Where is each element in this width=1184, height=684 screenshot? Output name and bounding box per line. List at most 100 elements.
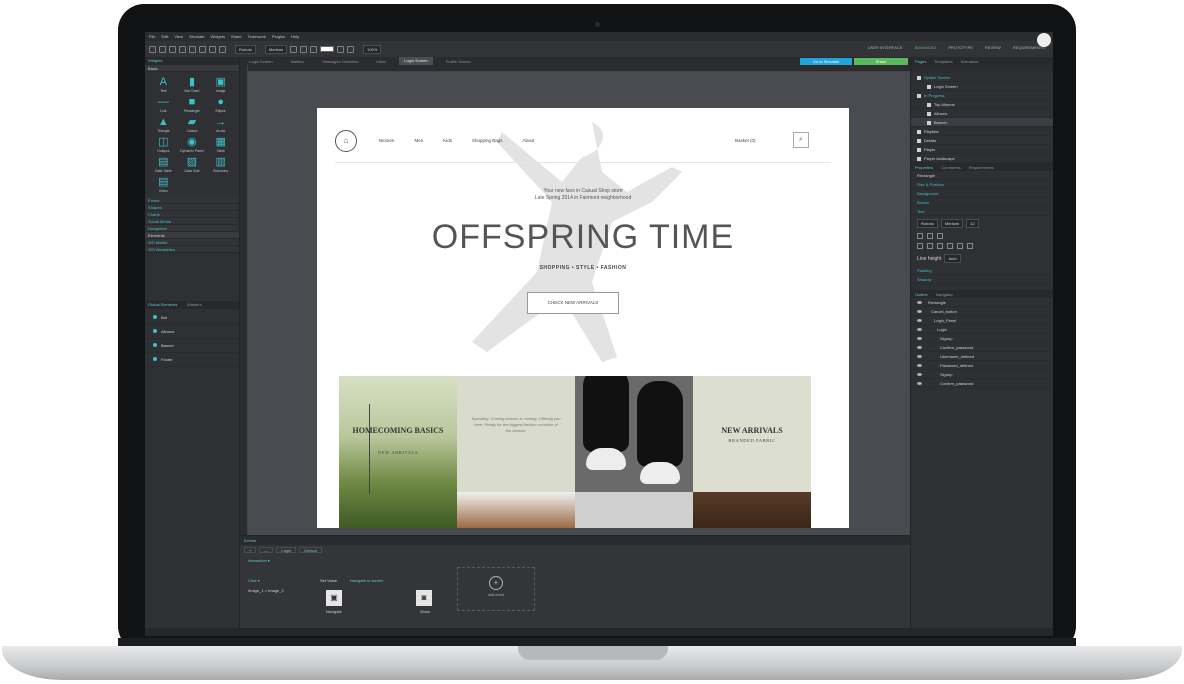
outline-item[interactable]: Username_defined <box>911 352 1053 361</box>
tab-1[interactable]: Mailbox <box>286 59 310 64</box>
event-tab-0[interactable]: + <box>244 547 257 553</box>
tile-leather[interactable] <box>693 492 811 528</box>
menu-item-view[interactable]: View <box>174 34 183 39</box>
masters-tab[interactable]: Masters <box>187 301 201 309</box>
widget-5[interactable]: ● Ellipse <box>208 96 233 113</box>
widget-3[interactable]: — Link <box>151 96 176 113</box>
align-center-icon[interactable] <box>927 243 933 249</box>
property-row[interactable]: Shadow <box>911 275 1053 284</box>
outline-item[interactable]: Cancel_button <box>911 307 1053 316</box>
visibility-icon[interactable] <box>917 382 922 386</box>
tile-text[interactable]: Spending. Coming season is coming. Offer… <box>457 376 575 492</box>
open-icon[interactable] <box>159 45 166 53</box>
page-item[interactable]: Splash Screen <box>911 73 1053 82</box>
tab-2[interactable]: Messages Overview <box>317 59 363 64</box>
tree-item[interactable]: Bar <box>145 311 239 325</box>
tree-item[interactable]: Footer <box>145 353 239 367</box>
visibility-icon[interactable] <box>917 355 922 359</box>
redo-icon[interactable] <box>189 45 196 53</box>
widget-8[interactable]: → Arrow <box>208 116 233 133</box>
page-item[interactable]: Player <box>911 145 1053 154</box>
element-category-0[interactable]: iOS Mobile <box>145 239 239 246</box>
widget-7[interactable]: ▰ Callout <box>180 116 205 133</box>
outline-item[interactable]: Signup <box>911 370 1053 379</box>
menu-item-widgets[interactable]: Widgets <box>211 34 225 39</box>
outline-item[interactable]: Rectangle <box>911 298 1053 307</box>
property-row[interactable]: Text <box>911 207 1053 216</box>
zoom-select[interactable]: 100% <box>363 44 382 54</box>
bold-icon[interactable] <box>917 233 923 239</box>
menu-item-plugins[interactable]: Plugins <box>272 34 285 39</box>
menu-item-help[interactable]: Help <box>291 34 299 39</box>
mode-tab-1[interactable]: ADVANCED <box>914 45 936 50</box>
event-tab-1[interactable]: — <box>259 547 274 553</box>
visibility-icon[interactable] <box>917 364 922 368</box>
visibility-icon[interactable] <box>917 319 922 323</box>
category-3[interactable]: Social Media <box>145 218 239 225</box>
align-justify-icon[interactable] <box>947 243 953 249</box>
nav-link[interactable]: Shopping Bags <box>472 138 503 143</box>
text-size-select[interactable]: 12 <box>966 219 979 228</box>
italic-icon[interactable] <box>300 45 308 53</box>
align-left-icon[interactable] <box>917 243 923 249</box>
visibility-icon[interactable] <box>917 346 922 350</box>
widget-4[interactable]: ■ Rectangle <box>180 96 205 113</box>
outline-item[interactable]: Confirm_password <box>911 379 1053 388</box>
tile-grey[interactable] <box>575 492 693 528</box>
copy-icon[interactable] <box>209 45 216 53</box>
property-row[interactable]: Rectangle <box>911 171 1053 180</box>
global-elements-tab[interactable]: Global Elements <box>148 301 177 309</box>
visibility-icon[interactable] <box>917 310 922 314</box>
list-icon[interactable] <box>957 243 963 249</box>
event-tab-3[interactable]: Default <box>299 547 322 553</box>
page-item[interactable]: Banner <box>911 118 1053 127</box>
outline-item[interactable]: Login <box>911 325 1053 334</box>
properties-tab-2[interactable]: Requirements <box>969 165 994 170</box>
tree-item[interactable]: Albums <box>145 325 239 339</box>
menu-item-simulate[interactable]: Simulate <box>189 34 205 39</box>
mode-tab-3[interactable]: REVIEW <box>985 45 1001 50</box>
widget-12[interactable]: ▤ Data Table <box>151 156 176 173</box>
visibility-icon[interactable] <box>917 301 922 305</box>
font-select[interactable]: Roboto <box>235 44 256 54</box>
simulate-button[interactable]: Go to Simulate <box>800 58 852 65</box>
widget-11[interactable]: ▦ Table <box>208 136 233 153</box>
page-item[interactable]: Albums <box>911 109 1053 118</box>
nav-link[interactable]: Kids <box>443 138 452 143</box>
tab-4[interactable]: Login Screen <box>399 57 433 65</box>
design-page[interactable]: ⌂ Women Men Kids Shopping Bags About Basket … <box>317 108 849 528</box>
nav-link[interactable]: Women <box>379 138 394 143</box>
category-1[interactable]: Shapes <box>145 204 239 211</box>
widget-2[interactable]: ▣ Image <box>208 76 233 93</box>
element-category-1[interactable]: iOS Wearables <box>145 246 239 253</box>
visibility-icon[interactable] <box>917 373 922 377</box>
save-icon[interactable] <box>169 45 176 53</box>
text-font-select[interactable]: Roboto <box>917 219 938 228</box>
paste-icon[interactable] <box>219 45 226 53</box>
property-row[interactable]: Background <box>911 189 1053 198</box>
page-item[interactable]: Playlists <box>911 127 1053 136</box>
tile-sneakers[interactable] <box>575 376 693 492</box>
outline-tab-1[interactable]: Navigator <box>936 292 953 297</box>
properties-tab-1[interactable]: Comments <box>941 165 960 170</box>
add-event-button[interactable]: + Add event <box>457 567 535 611</box>
basic-section[interactable]: Basic <box>145 65 239 72</box>
menu-item-edit[interactable]: Edit <box>161 34 168 39</box>
navigate-icon[interactable]: ▣ <box>326 590 342 606</box>
outline-tab-0[interactable]: Outline <box>915 292 928 297</box>
show-icon[interactable]: ◙ <box>416 590 432 606</box>
properties-tab-0[interactable]: Properties <box>915 165 933 170</box>
property-row[interactable]: Padding <box>911 266 1053 275</box>
page-item[interactable]: Details <box>911 136 1053 145</box>
widget-0[interactable]: A Text <box>151 76 176 93</box>
property-row[interactable]: Size & Position <box>911 180 1053 189</box>
nav-link[interactable]: About <box>523 138 535 143</box>
widget-1[interactable]: ▮ Bar Chart <box>180 76 205 93</box>
action-navigate[interactable]: Navigate to screen <box>350 578 383 583</box>
underline-icon[interactable] <box>937 233 943 239</box>
page-item[interactable]: Top Albums <box>911 100 1053 109</box>
widget-15[interactable]: ▤ Video <box>151 176 176 193</box>
distribute-icon[interactable] <box>347 45 355 53</box>
tile-new-arrivals[interactable]: NEW ARRIVALS BRANDED FABRIC <box>693 376 811 492</box>
align-icon[interactable] <box>337 45 345 53</box>
